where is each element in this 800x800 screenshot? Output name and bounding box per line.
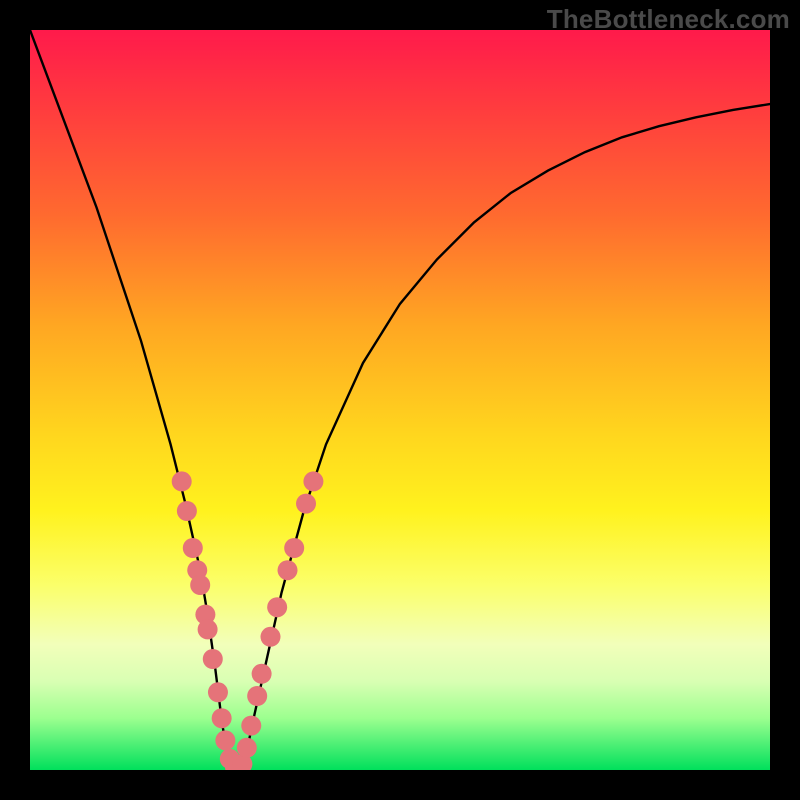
chart-frame: TheBottleneck.com (0, 0, 800, 800)
highlight-dot (198, 619, 218, 639)
highlight-dot (203, 649, 223, 669)
highlight-dot (208, 682, 228, 702)
highlight-dot (296, 494, 316, 514)
highlight-dot (241, 716, 261, 736)
highlight-dot (303, 471, 323, 491)
highlight-dot (284, 538, 304, 558)
highlight-dot (267, 597, 287, 617)
highlight-dot (172, 471, 192, 491)
highlight-dot (252, 664, 272, 684)
highlight-dot (215, 730, 235, 750)
highlight-dot (190, 575, 210, 595)
highlight-dots (172, 471, 324, 770)
highlight-dot (261, 627, 281, 647)
highlight-dot (237, 738, 257, 758)
highlight-dot (247, 686, 267, 706)
bottleneck-curve (30, 30, 770, 770)
plot-area (30, 30, 770, 770)
highlight-dot (177, 501, 197, 521)
highlight-dot (183, 538, 203, 558)
highlight-dot (278, 560, 298, 580)
highlight-dot (212, 708, 232, 728)
chart-svg (30, 30, 770, 770)
